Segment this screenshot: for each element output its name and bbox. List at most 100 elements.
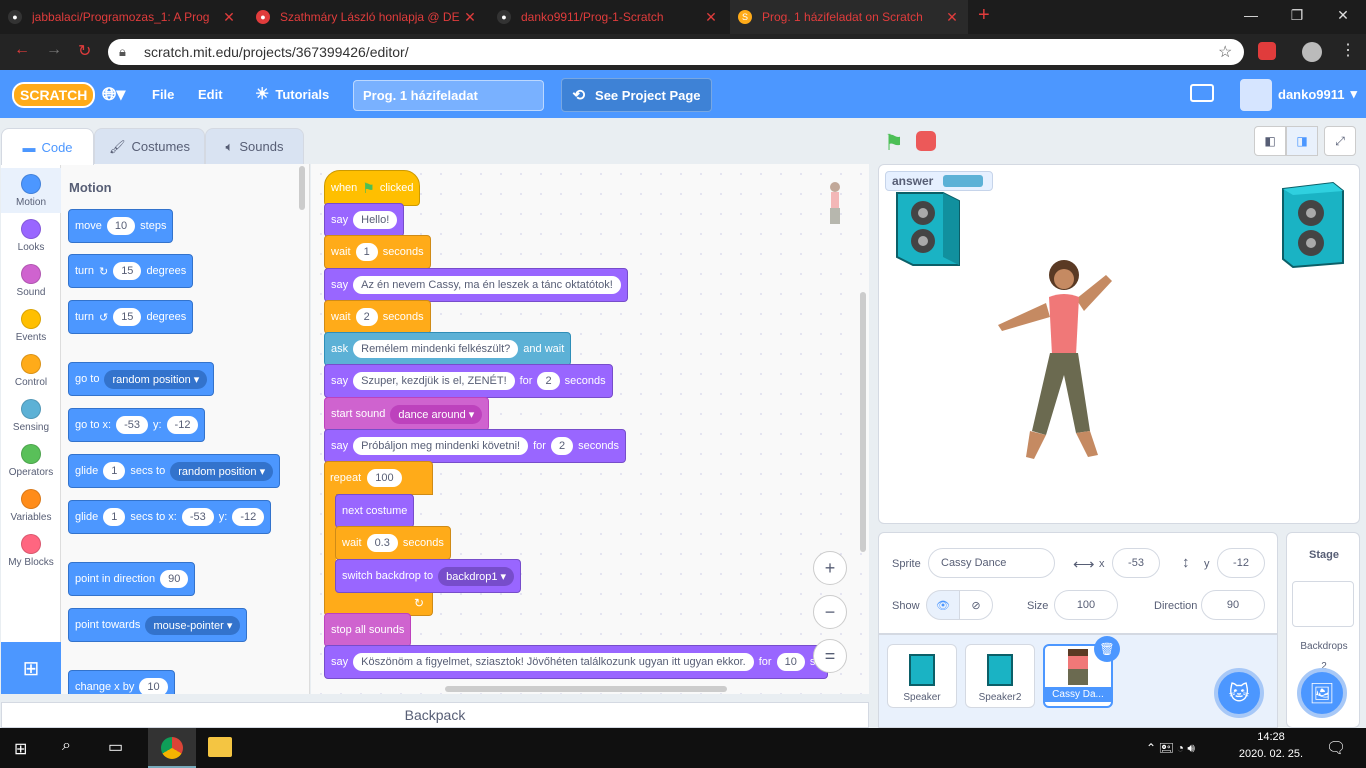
ask-text-input[interactable]: Remélem mindenki felkészült? — [353, 340, 519, 358]
say-text-input[interactable]: Az én nevem Cassy, ma én leszek a tánc o… — [353, 276, 621, 294]
stop-button[interactable] — [916, 131, 936, 151]
towards-dropdown[interactable]: mouse-pointer ▾ — [145, 615, 241, 635]
y-input[interactable]: -12 — [232, 508, 265, 526]
palette-glide-xy-block[interactable]: glide 1 secs to x: -53 y: -12 — [68, 500, 272, 534]
browser-tab-active[interactable]: S Prog. 1 házifeladat on Scratch ✕ — [730, 0, 968, 34]
add-extension-button[interactable]: ⊞ — [1, 642, 61, 694]
see-project-page-button[interactable]: ⟲ See Project Page — [561, 78, 712, 112]
fullscreen-button[interactable]: ⤢ — [1324, 126, 1356, 156]
goto-dropdown[interactable]: random position ▾ — [104, 369, 208, 389]
say-for-secs-block[interactable]: say Próbáljon meg mindenki követni! for 2 se… — [324, 429, 627, 463]
palette-point-towards-block[interactable]: point towards mouse-pointer ▾ — [68, 608, 248, 642]
close-tab-icon[interactable]: ✕ — [221, 9, 237, 26]
browser-tab[interactable]: ● Szathmáry László honlapja @ DE ✕ — [248, 0, 486, 34]
sprite-thumbnail[interactable]: Speaker2 — [965, 644, 1035, 708]
glide-dropdown[interactable]: random position ▾ — [170, 461, 274, 481]
palette-move-block[interactable]: move 10 steps — [68, 209, 174, 243]
profile-avatar-icon[interactable] — [1302, 42, 1322, 62]
x-input[interactable]: -53 — [181, 508, 214, 526]
choose-backdrop-button[interactable]: 🖼︎ — [1297, 668, 1347, 718]
palette-goto-block[interactable]: go to random position ▾ — [68, 362, 215, 396]
bookmark-star-icon[interactable]: ☆ — [1218, 42, 1232, 62]
answer-monitor[interactable]: answer — [885, 171, 993, 191]
switch-backdrop-block[interactable]: switch backdrop to backdrop1 ▾ — [335, 559, 522, 593]
delete-sprite-button[interactable]: 🗑︎ — [1094, 636, 1120, 662]
edit-menu[interactable]: Edit — [198, 70, 223, 118]
sprite-thumbnail[interactable]: Speaker — [887, 644, 957, 708]
x-input[interactable]: -53 — [116, 416, 148, 434]
show-visible-button[interactable]: 👁︎ — [926, 590, 960, 620]
small-stage-button[interactable]: ◧ — [1254, 126, 1286, 156]
palette-point-direction-block[interactable]: point in direction 90 — [68, 562, 196, 596]
task-view-icon[interactable]: ▭ — [108, 737, 123, 757]
script-horizontal-scrollbar[interactable] — [445, 686, 727, 692]
secs-input[interactable]: 1 — [103, 508, 126, 526]
green-flag-button[interactable]: ⚑ — [884, 130, 904, 156]
close-tab-icon[interactable]: ✕ — [462, 9, 478, 26]
say-block[interactable]: say Hello! — [324, 203, 405, 237]
cassy-dance-sprite[interactable] — [994, 255, 1124, 465]
language-globe-icon[interactable]: 🌐︎▾ — [102, 70, 125, 118]
tutorials-button[interactable]: ☀ Tutorials — [255, 70, 329, 118]
say-text-input[interactable]: Próbáljon meg mindenki követni! — [353, 437, 529, 455]
scratch-logo[interactable]: SCRATCH — [12, 82, 96, 108]
wait-input[interactable]: 0.3 — [366, 534, 398, 552]
back-icon[interactable]: ← — [14, 41, 30, 59]
size-input[interactable]: 100 — [1054, 590, 1118, 620]
wait-block[interactable]: wait 0.3 seconds — [335, 526, 451, 560]
browser-tab[interactable]: ● jabbalaci/Programozas_1: A Prog ✕ — [0, 0, 245, 34]
say-text-input[interactable]: Köszönöm a figyelmet, sziasztok! Jövőhét… — [353, 653, 754, 671]
say-block[interactable]: say Az én nevem Cassy, ma én leszek a tán… — [324, 268, 628, 302]
wait-input[interactable]: 2 — [355, 308, 378, 326]
stage-canvas[interactable]: answer — [878, 164, 1360, 524]
taskbar-time[interactable]: 14:28 — [1236, 731, 1306, 743]
script-vertical-scrollbar[interactable] — [860, 292, 866, 552]
speaker-sprite[interactable] — [893, 191, 963, 267]
close-window-button[interactable]: ✕ — [1320, 0, 1366, 30]
say-for-secs-block[interactable]: say Szuper, kezdjük is el, ZENÉT! for 2 seco… — [324, 364, 613, 398]
secs-input[interactable]: 2 — [550, 437, 574, 455]
when-flag-clicked-block[interactable]: when ⚑ clicked — [324, 170, 421, 206]
close-tab-icon[interactable]: ✕ — [944, 9, 960, 26]
stop-all-sounds-block[interactable]: stop all sounds — [324, 613, 412, 647]
show-hidden-button[interactable]: ⊘ — [959, 590, 993, 620]
x-input[interactable]: -53 — [1112, 548, 1160, 578]
wait-block[interactable]: wait 1 seconds — [324, 235, 431, 269]
say-for-secs-block[interactable]: say Köszönöm a figyelmet, sziasztok! Jövő… — [324, 645, 829, 679]
stage-thumbnail[interactable] — [1292, 581, 1354, 627]
close-tab-icon[interactable]: ✕ — [703, 9, 719, 26]
maximize-button[interactable]: ❐ — [1274, 0, 1320, 30]
tab-sounds[interactable]: 🔈︎ Sounds — [205, 128, 304, 164]
new-tab-button[interactable]: + — [978, 4, 990, 27]
y-input[interactable]: -12 — [166, 416, 199, 434]
backdrop-dropdown[interactable]: backdrop1 ▾ — [438, 566, 515, 586]
backpack[interactable]: Backpack — [1, 702, 869, 728]
normal-stage-button[interactable]: ◨ — [1286, 126, 1318, 156]
chrome-taskbar-button[interactable] — [148, 728, 196, 768]
sprite-name-input[interactable]: Cassy Dance — [928, 548, 1055, 578]
palette-gotoxy-block[interactable]: go to x: -53 y: -12 — [68, 408, 206, 442]
avatar[interactable] — [1240, 79, 1272, 111]
my-stuff-folder-icon[interactable] — [1190, 84, 1214, 102]
direction-input[interactable]: 90 — [160, 570, 189, 588]
degrees-input[interactable]: 15 — [113, 308, 142, 326]
project-title-input[interactable]: Prog. 1 házifeladat — [353, 80, 544, 111]
category-events[interactable]: Events — [1, 303, 61, 348]
category-variables[interactable]: Variables — [1, 483, 61, 528]
next-costume-block[interactable]: next costume — [335, 494, 415, 528]
search-icon[interactable]: ⌕ — [62, 737, 71, 755]
zoom-out-button[interactable]: − — [813, 595, 847, 629]
category-sensing[interactable]: Sensing — [1, 393, 61, 438]
secs-input[interactable]: 2 — [537, 372, 560, 390]
windows-start-icon[interactable]: ⊞ — [14, 739, 27, 759]
palette-glide-block[interactable]: glide 1 secs to random position ▾ — [68, 454, 281, 488]
taskbar-date[interactable]: 2020. 02. 25. — [1236, 748, 1306, 760]
category-looks[interactable]: Looks — [1, 213, 61, 258]
wait-block[interactable]: wait 2 seconds — [324, 300, 431, 334]
change-x-input[interactable]: 10 — [139, 678, 168, 694]
tray-icons[interactable]: ⌃ 🖭︎ ◔ 🔊︎ — [1146, 739, 1195, 760]
account-menu[interactable]: danko9911 ▾ — [1278, 70, 1357, 118]
start-sound-block[interactable]: start sound dance around ▾ — [324, 397, 490, 431]
tab-code[interactable]: ▬ Code — [1, 128, 94, 165]
tab-costumes[interactable]: 🖌︎ Costumes — [94, 128, 205, 164]
